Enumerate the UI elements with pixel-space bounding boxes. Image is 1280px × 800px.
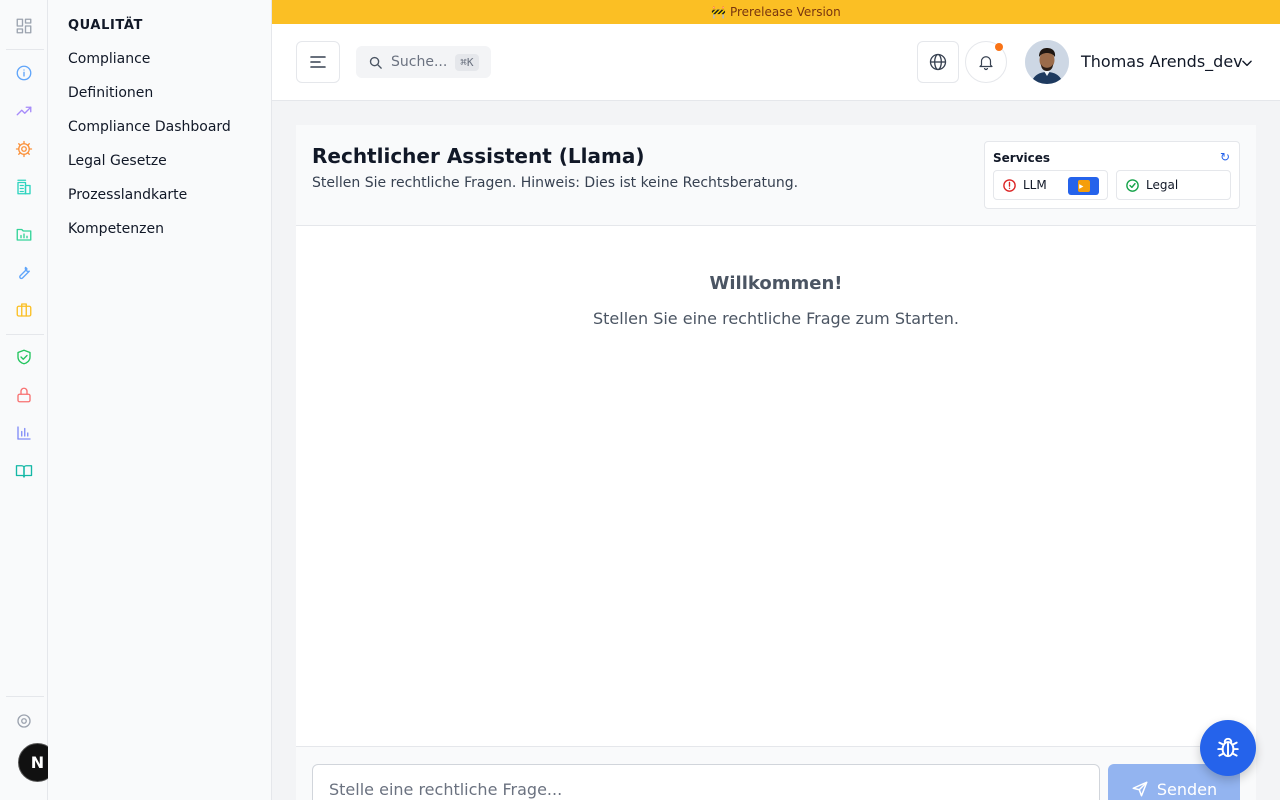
language-button[interactable] — [917, 41, 959, 83]
chat-composer: Senden — [296, 746, 1256, 800]
search-icon — [369, 56, 382, 69]
question-input[interactable] — [312, 764, 1100, 800]
assistant-header: Rechtlicher Assistent (Llama) Stellen Si… — [296, 125, 1256, 226]
check-circle-icon — [1126, 178, 1139, 192]
start-service-button[interactable] — [1068, 177, 1099, 195]
folder-chart-icon[interactable] — [12, 222, 36, 246]
send-icon — [1132, 781, 1148, 797]
welcome-text: Stellen Sie eine rechtliche Frage zum St… — [592, 309, 960, 328]
search-placeholder: Suche... — [391, 54, 448, 70]
service-llm-label: LLM — [1023, 178, 1047, 192]
wrench-icon[interactable] — [12, 260, 36, 284]
sidebar-item-legal-gesetze[interactable]: Legal Gesetze — [68, 153, 167, 169]
briefcase-icon[interactable] — [12, 298, 36, 322]
service-legal-label: Legal — [1146, 178, 1179, 192]
service-legal: Legal — [1116, 170, 1231, 200]
section-sidebar: QUALITÄT Compliance Definitionen Complia… — [48, 0, 272, 800]
book-open-icon[interactable] — [12, 459, 36, 483]
send-label: Senden — [1156, 779, 1218, 799]
alert-circle-icon — [1003, 178, 1016, 192]
settings-icon[interactable] — [12, 709, 36, 733]
page-subtitle: Stellen Sie rechtliche Fragen. Hinweis: … — [312, 175, 799, 191]
sidebar-item-kompetenzen[interactable]: Kompetenzen — [68, 221, 164, 237]
bar-chart-icon[interactable] — [12, 421, 36, 445]
globe-icon — [929, 53, 947, 71]
sidebar-item-compliance[interactable]: Compliance — [68, 51, 150, 67]
search-input[interactable]: Suche... ⌘K — [356, 46, 491, 78]
menu-icon — [310, 56, 326, 68]
bug-icon — [1217, 737, 1239, 758]
play-icon — [1077, 180, 1090, 192]
shield-check-icon[interactable] — [12, 345, 36, 369]
chat-area: Willkommen! Stellen Sie eine rechtliche … — [296, 226, 1256, 746]
refresh-icon[interactable]: ↻ — [1220, 150, 1230, 164]
avatar-image — [1025, 40, 1069, 84]
services-panel: Services ↻ LLM Legal — [984, 141, 1240, 209]
service-llm: LLM — [993, 170, 1108, 200]
services-title: Services — [993, 151, 1051, 165]
sidebar-item-compliance-dashboard[interactable]: Compliance Dashboard — [68, 119, 231, 135]
page-title: Rechtlicher Assistent (Llama) — [312, 144, 645, 168]
lock-icon[interactable] — [12, 383, 36, 407]
bug-report-button[interactable] — [1200, 720, 1256, 776]
section-title: QUALITÄT — [68, 18, 143, 33]
avatar[interactable] — [1025, 40, 1069, 84]
rail-divider — [6, 334, 44, 335]
info-icon[interactable] — [12, 61, 36, 85]
rail-divider — [6, 696, 44, 697]
trending-up-icon[interactable] — [12, 99, 36, 123]
user-name[interactable]: Thomas Arends_dev — [1081, 52, 1243, 71]
banner-text: 🚧 Prerelease Version — [711, 5, 841, 19]
rail-divider — [6, 49, 44, 50]
welcome-title: Willkommen! — [709, 273, 843, 294]
sidebar-item-definitionen[interactable]: Definitionen — [68, 85, 153, 101]
chevron-down-icon[interactable] — [1240, 56, 1254, 70]
topbar: Suche... ⌘K Thomas Arends_dev — [272, 24, 1280, 101]
building-icon[interactable] — [12, 175, 36, 199]
prerelease-banner: 🚧 Prerelease Version — [272, 0, 1280, 24]
notification-dot — [995, 43, 1003, 51]
icon-rail: N — [0, 0, 57, 800]
notifications-button[interactable] — [965, 41, 1007, 83]
bell-icon — [979, 56, 993, 71]
cog-icon[interactable] — [12, 137, 36, 161]
grid-icon[interactable] — [12, 14, 36, 38]
menu-toggle-button[interactable] — [296, 41, 340, 83]
sidebar-item-prozesslandkarte[interactable]: Prozesslandkarte — [68, 187, 187, 203]
search-shortcut: ⌘K — [455, 53, 479, 71]
